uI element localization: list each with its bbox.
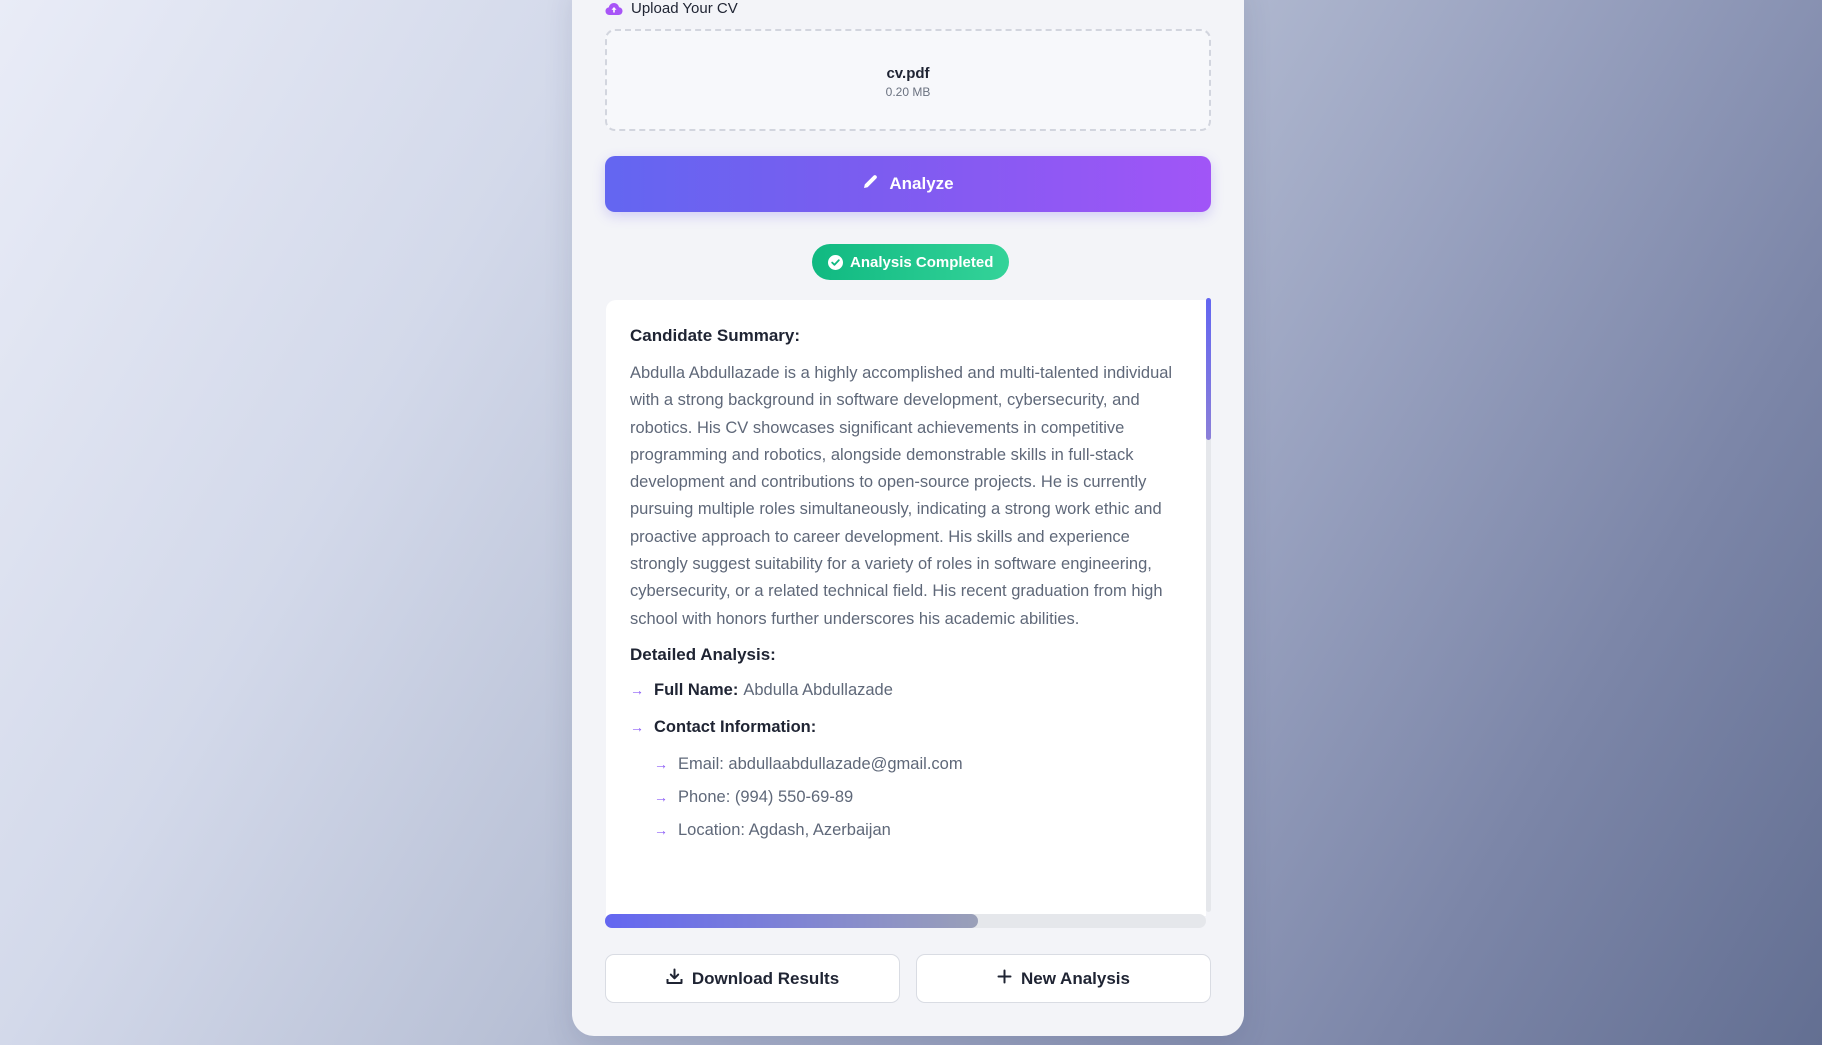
full-name-value: Abdulla Abdullazade: [743, 680, 893, 699]
download-results-button[interactable]: Download Results: [605, 954, 900, 1003]
download-results-label: Download Results: [691, 968, 840, 988]
file-size: 0.20 MB: [885, 85, 931, 99]
plus-icon: [997, 969, 1012, 989]
file-name: cv.pdf: [886, 65, 930, 82]
analyze-button[interactable]: Analyze: [605, 156, 1211, 212]
new-analysis-button[interactable]: New Analysis: [916, 954, 1211, 1003]
results-panel[interactable]: Candidate Summary: Abdulla Abdullazade i…: [606, 300, 1206, 916]
arrow-right-icon: →: [654, 821, 668, 838]
new-analysis-label: New Analysis: [1021, 968, 1130, 988]
contact-phone-text: Phone: (994) 550-69-89: [678, 787, 854, 806]
check-circle-icon: [828, 254, 843, 270]
arrow-right-icon: →: [654, 788, 668, 805]
cloud-upload-icon: [605, 2, 623, 16]
contact-key: Contact Information:: [654, 717, 817, 736]
vertical-scrollbar-thumb[interactable]: [1206, 298, 1211, 440]
list-item-contact: → Contact Information:: [630, 718, 1182, 737]
summary-text: Abdulla Abdullazade is a highly accompli…: [630, 364, 1173, 628]
contact-location: → Location: Agdash, Azerbaijan: [654, 821, 1182, 840]
upload-section-title: Upload Your CV: [605, 0, 738, 17]
horizontal-scrollbar-thumb[interactable]: [605, 914, 978, 928]
contact-email-text: Email: abdullaabdullazade@gmail.com: [678, 754, 963, 773]
full-name-key: Full Name:: [654, 680, 739, 699]
arrow-right-icon: →: [630, 718, 644, 735]
status-label: Analysis Completed: [850, 253, 994, 271]
arrow-right-icon: →: [654, 755, 668, 772]
arrow-right-icon: →: [630, 681, 644, 698]
pencil-icon: [862, 173, 879, 195]
detail-heading: Detailed Analysis:: [630, 644, 776, 664]
contact-phone: → Phone: (994) 550-69-89: [654, 788, 1182, 807]
upload-title-label: Upload Your CV: [631, 0, 738, 17]
analyze-button-label: Analyze: [889, 174, 954, 193]
file-dropzone[interactable]: cv.pdf 0.20 MB: [605, 29, 1211, 131]
summary-heading: Candidate Summary:: [630, 326, 801, 345]
status-badge: Analysis Completed: [812, 244, 1010, 280]
list-item-full-name: → Full Name: Abdulla Abdullazade: [630, 681, 1182, 700]
download-icon: [666, 968, 683, 990]
contact-email: → Email: abdullaabdullazade@gmail.com: [654, 755, 1182, 774]
contact-location-text: Location: Agdash, Azerbaijan: [678, 820, 891, 839]
